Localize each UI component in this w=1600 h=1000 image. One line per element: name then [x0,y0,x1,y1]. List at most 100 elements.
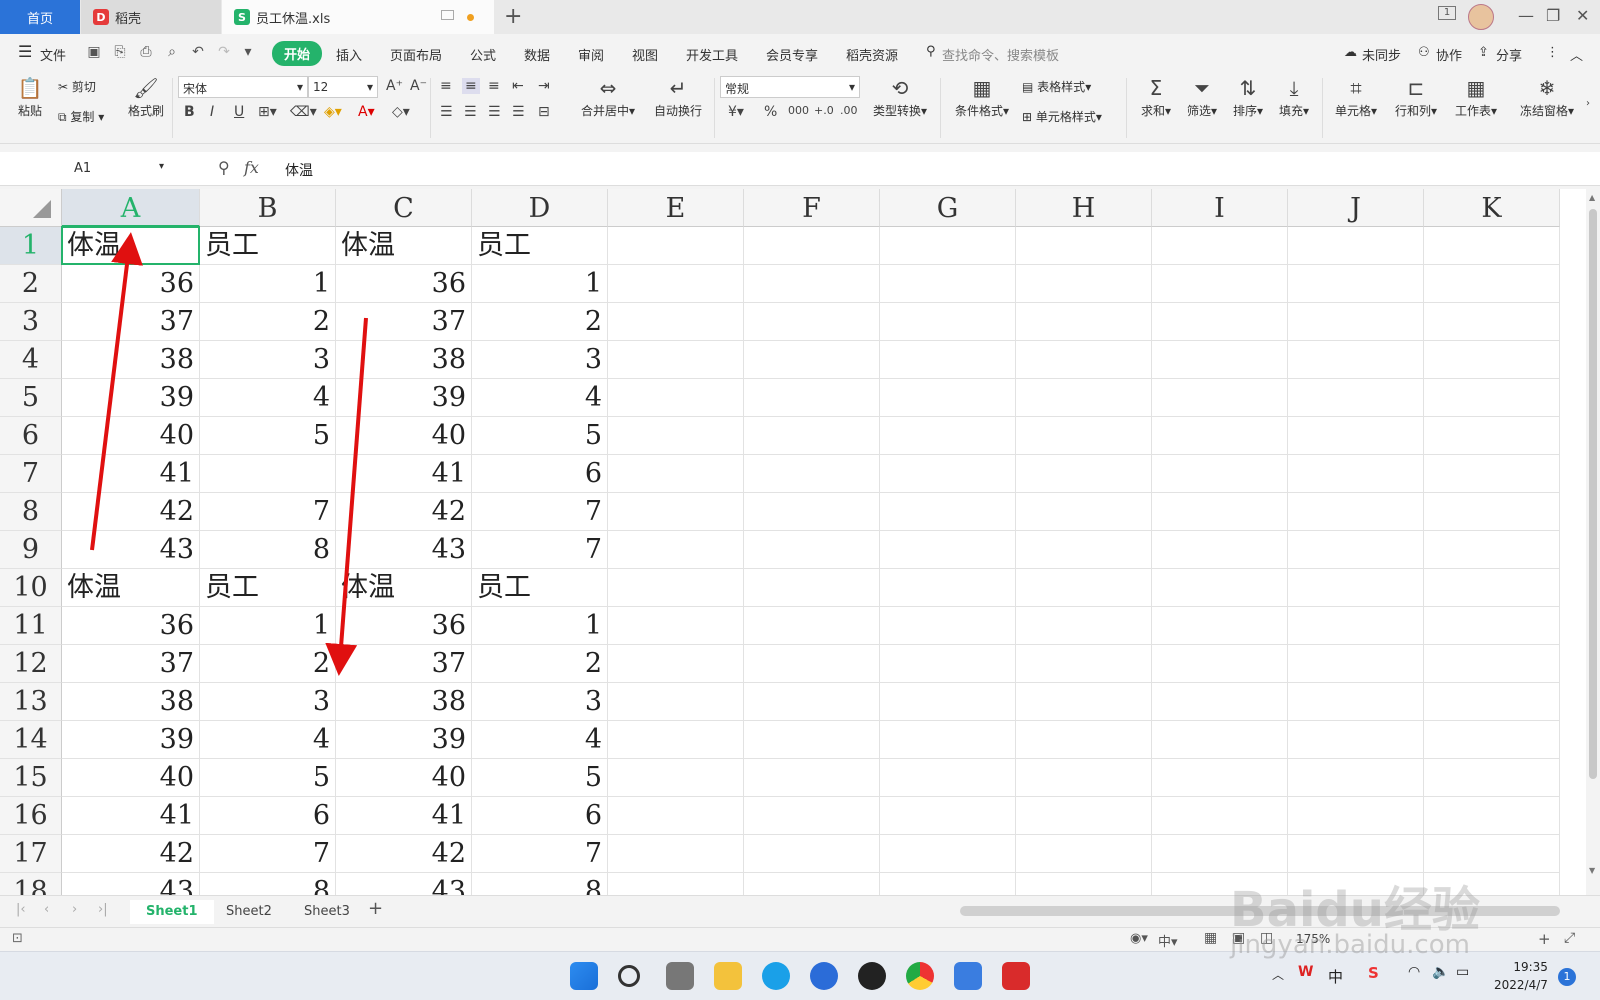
table-cell[interactable] [1016,607,1152,645]
table-cell[interactable]: 43 [336,873,472,895]
table-cell[interactable]: 4 [200,721,336,759]
table-cell[interactable] [744,797,880,835]
notepad-icon[interactable] [954,962,982,990]
border-icon[interactable]: ⊞▾ [258,104,277,120]
row-header[interactable]: 3 [0,303,62,341]
menu-data[interactable]: 数据 [524,45,550,64]
copy-button[interactable]: ⧉ 复制 ▾ [58,108,104,125]
quick-access-chevron-icon[interactable]: ▾ [240,44,256,60]
table-cell[interactable] [1424,531,1560,569]
row-header[interactable]: 17 [0,835,62,873]
table-cell[interactable] [608,645,744,683]
collab-button[interactable]: 协作 [1436,45,1462,64]
table-cell[interactable]: 4 [472,721,608,759]
search-icon[interactable] [618,965,640,987]
table-cell[interactable] [1288,835,1424,873]
table-cell[interactable]: 41 [336,797,472,835]
table-cell[interactable] [1152,379,1288,417]
table-cell[interactable]: 40 [336,417,472,455]
menu-member[interactable]: 会员专享 [766,45,818,64]
more-icon[interactable]: ⋮ [1546,45,1559,60]
redo-icon[interactable]: ↷ [216,44,232,60]
wrap-text-button[interactable]: ↵ 自动换行 [648,76,708,119]
table-cell[interactable] [1424,227,1560,265]
table-cell[interactable] [1152,227,1288,265]
table-cell[interactable]: 40 [62,759,200,797]
table-cell[interactable]: 42 [62,835,200,873]
table-cell[interactable]: 6 [472,797,608,835]
table-cell[interactable]: 员工 [472,227,608,265]
table-cell[interactable] [880,531,1016,569]
table-cell[interactable] [1016,341,1152,379]
table-cell[interactable]: 1 [472,265,608,303]
column-header-J[interactable]: J [1288,189,1424,227]
table-cell[interactable]: 4 [200,379,336,417]
table-cell[interactable] [608,303,744,341]
table-cell[interactable]: 41 [62,797,200,835]
table-cell[interactable] [1288,379,1424,417]
table-cell[interactable] [744,303,880,341]
table-cell[interactable] [880,379,1016,417]
windows-start-icon[interactable] [570,962,598,990]
row-header[interactable]: 11 [0,607,62,645]
table-cell[interactable]: 43 [336,531,472,569]
table-cell[interactable] [1016,759,1152,797]
table-cell[interactable] [744,873,880,895]
freeze-button[interactable]: ❄ 冻结窗格▾ [1516,76,1578,119]
table-cell[interactable] [744,265,880,303]
table-cell[interactable] [608,417,744,455]
table-cell[interactable]: 37 [62,645,200,683]
table-cell[interactable] [1152,683,1288,721]
table-cell[interactable]: 8 [200,873,336,895]
undo-icon[interactable]: ↶ [190,44,206,60]
table-cell[interactable] [1152,531,1288,569]
sheet-tab-1[interactable]: Sheet1 [130,900,214,924]
menu-file[interactable]: 文件 [40,45,66,64]
wifi-icon[interactable]: ◠ [1408,964,1420,980]
input-method-icon[interactable]: 中▾ [1158,931,1178,950]
table-cell[interactable]: 6 [200,797,336,835]
decimal-decrease-icon[interactable]: .00 [840,104,858,117]
table-cell[interactable] [744,607,880,645]
justify-icon[interactable]: ☰ [512,104,525,120]
table-cell[interactable] [608,455,744,493]
table-cell[interactable]: 41 [336,455,472,493]
table-cell[interactable] [1424,759,1560,797]
table-cell[interactable]: 3 [200,341,336,379]
row-header[interactable]: 4 [0,341,62,379]
table-cell[interactable] [1288,683,1424,721]
fill-color-icon[interactable]: ◈▾ [324,104,342,120]
menu-developer[interactable]: 开发工具 [686,45,738,64]
scroll-down-icon[interactable]: ▼ [1589,866,1595,875]
menu-docer-resources[interactable]: 稻壳资源 [846,45,898,64]
table-cell[interactable]: 42 [336,835,472,873]
wps-tray-icon[interactable]: W [1298,964,1313,980]
table-cell[interactable] [1152,303,1288,341]
tab-home[interactable]: 首页 [0,0,80,34]
menu-review[interactable]: 审阅 [578,45,604,64]
table-cell[interactable]: 员工 [472,569,608,607]
table-cell[interactable] [1424,265,1560,303]
macro-icon[interactable]: ⊡ [12,931,23,946]
table-cell[interactable] [1152,455,1288,493]
table-cell[interactable] [1152,341,1288,379]
table-cell[interactable]: 38 [62,683,200,721]
table-cell[interactable] [880,417,1016,455]
table-cell[interactable] [1152,645,1288,683]
chrome-icon[interactable] [906,962,934,990]
eye-protection-icon[interactable]: ◉▾ [1130,931,1148,946]
table-cell[interactable] [744,227,880,265]
table-cell[interactable] [1424,341,1560,379]
table-cell[interactable]: 8 [472,873,608,895]
window-count-icon[interactable]: 1 [1438,6,1456,20]
table-cell[interactable]: 37 [62,303,200,341]
decimal-increase-icon[interactable]: +.0 [814,104,834,117]
table-cell[interactable] [880,265,1016,303]
table-cell[interactable] [1152,759,1288,797]
table-cell[interactable] [608,797,744,835]
table-cell[interactable] [880,759,1016,797]
fill-button[interactable]: ⤓ 填充▾ [1274,76,1314,119]
menu-insert[interactable]: 插入 [336,45,362,64]
menu-formulas[interactable]: 公式 [470,45,496,64]
table-cell[interactable] [1016,303,1152,341]
